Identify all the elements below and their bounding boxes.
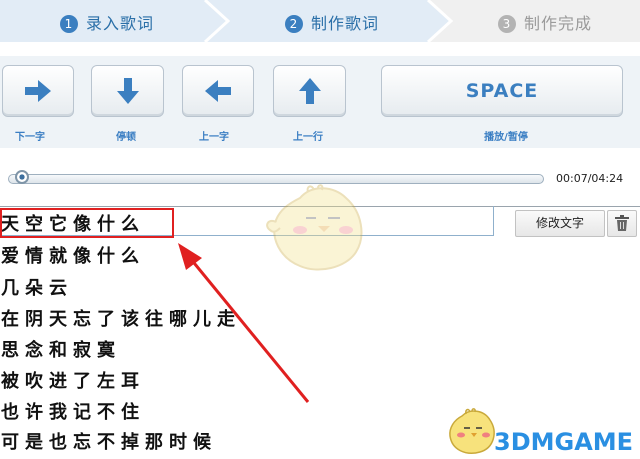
trash-icon [615, 215, 629, 231]
step-1: 1 录入歌词 [60, 10, 154, 34]
highlight-box [0, 208, 174, 238]
modify-text-button[interactable]: 修改文字 [515, 210, 605, 237]
time-display: 00:07/04:24 [556, 172, 624, 185]
play-pause-label: 播放/暂停 [484, 132, 528, 143]
arrow-up-icon [298, 78, 321, 104]
lyric-line-3[interactable]: 几朵云 [1, 274, 73, 300]
watermark-text: 3DMGAME [494, 428, 634, 456]
prev-char-label: 上一字 [199, 132, 229, 143]
arrow-right-icon [25, 80, 51, 102]
key-toolbar: SPACE 下一字 停顿 上一字 上一行 播放/暂停 [0, 56, 640, 148]
prev-line-button[interactable] [273, 65, 346, 117]
progress-track[interactable] [8, 174, 544, 184]
lyric-line-8[interactable]: 可是也忘不掉那时候 [1, 428, 217, 454]
step-bar: 1 录入歌词 2 制作歌词 3 制作完成 [0, 0, 640, 42]
prev-char-button[interactable] [182, 65, 254, 117]
next-char-label: 下一字 [15, 132, 45, 143]
lyric-line-5[interactable]: 思念和寂寞 [1, 336, 121, 362]
space-key-label: SPACE [465, 80, 539, 102]
step-2: 2 制作歌词 [285, 10, 379, 34]
space-play-pause-button[interactable]: SPACE [381, 65, 623, 117]
progress-knob[interactable] [14, 170, 29, 184]
lyric-line-7[interactable]: 也许我记不住 [1, 398, 145, 424]
arrow-down-icon [116, 78, 139, 104]
mascot-watermark-icon [266, 184, 363, 271]
step-3: 3 制作完成 [498, 10, 592, 34]
step-1-number: 1 [60, 15, 78, 33]
lyric-line-4[interactable]: 在阴天忘了该往哪儿走 [1, 305, 241, 331]
delete-button[interactable] [607, 210, 637, 237]
arrow-left-icon [205, 80, 231, 102]
pause-label: 停顿 [116, 132, 136, 143]
prev-line-label: 上一行 [293, 132, 323, 143]
step-3-label: 制作完成 [524, 14, 593, 33]
next-char-button[interactable] [2, 65, 74, 117]
pause-button[interactable] [91, 65, 164, 117]
lyric-line-6[interactable]: 被吹进了左耳 [1, 367, 145, 393]
step-2-number: 2 [285, 15, 303, 33]
step-2-label: 制作歌词 [311, 14, 380, 33]
step-3-number: 3 [498, 15, 516, 33]
mascot-logo-icon [449, 408, 495, 454]
lyric-line-2[interactable]: 爱情就像什么 [1, 242, 145, 268]
step-1-label: 录入歌词 [86, 14, 155, 33]
